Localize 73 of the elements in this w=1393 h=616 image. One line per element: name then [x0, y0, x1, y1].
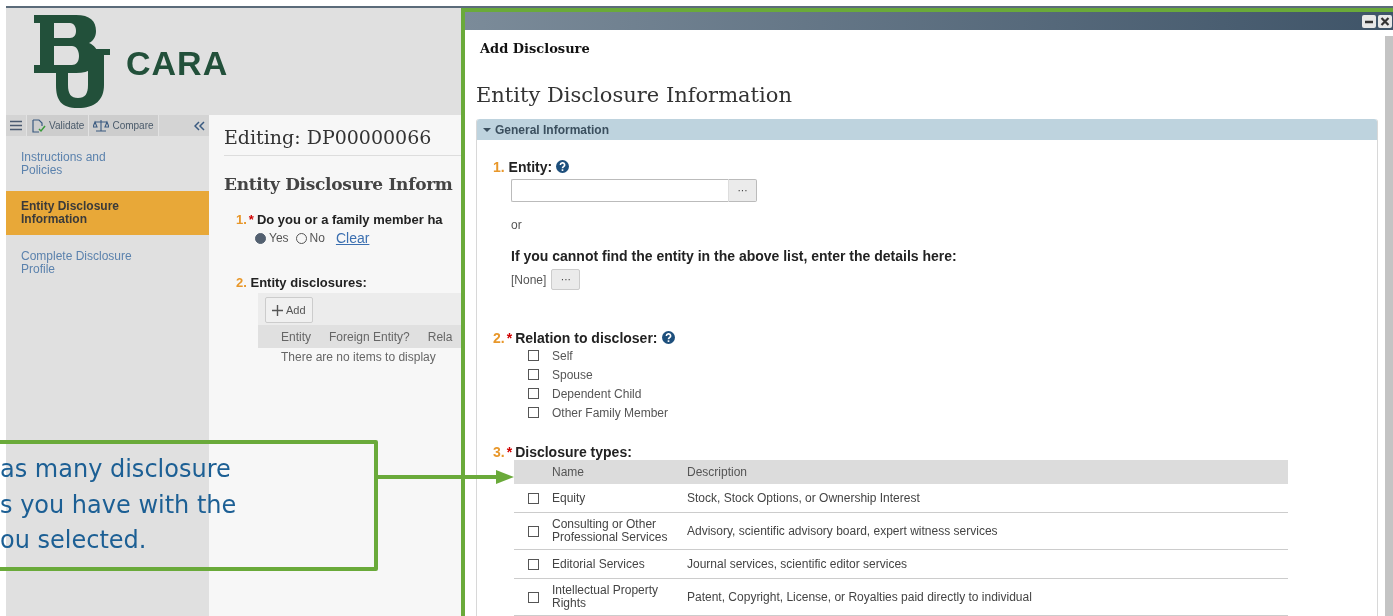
- menu-icon[interactable]: [10, 120, 22, 131]
- scales-icon: [93, 119, 110, 132]
- validate-button[interactable]: Validate: [26, 115, 89, 136]
- instruction-text: If you cannot find the entity in the above list, enter the details here:: [511, 248, 958, 264]
- question-number: 2.: [493, 330, 505, 346]
- browse-button[interactable]: ···: [551, 269, 581, 290]
- close-icon[interactable]: [1378, 14, 1392, 28]
- help-icon[interactable]: [556, 160, 570, 173]
- question-label: Entity:: [508, 159, 553, 175]
- checkbox[interactable]: [527, 525, 539, 537]
- table-cell-text: Editorial Services: [552, 557, 646, 571]
- document-check-icon: [31, 118, 46, 133]
- plus-icon: [272, 304, 283, 316]
- brand-name: CARA: [126, 44, 229, 83]
- required-mark: *: [248, 212, 254, 227]
- option-label: Dependent Child: [552, 386, 642, 401]
- radio-button[interactable]: [255, 232, 266, 244]
- table-cell-text: Intellectual Property Rights: [552, 584, 660, 610]
- table-cell: Journal services, scientific editor services: [687, 557, 908, 571]
- column-header: Foreign Entity?: [329, 329, 410, 344]
- option-label: No: [309, 231, 325, 245]
- question-number: 1.: [236, 212, 247, 227]
- nav-item[interactable]: Complete Disclosure Profile: [6, 240, 209, 285]
- column-header: Name: [552, 465, 585, 479]
- column-header: Description: [687, 465, 748, 479]
- compare-button[interactable]: Compare: [88, 115, 158, 136]
- column-header: Rela: [427, 329, 453, 344]
- question-label: Do you or a family member ha: [256, 212, 443, 227]
- empty-message: There are no items to display: [281, 350, 436, 364]
- entity-field[interactable]: [511, 179, 728, 202]
- table-cell: Advisory, scientific advisory board, expert witness services: [687, 524, 998, 538]
- minimize-icon[interactable]: [1362, 14, 1376, 28]
- table-cell: Patent, Copyright, License, or Royalties paid directly to individual: [687, 590, 1032, 604]
- table-cell-text: Equity: [552, 491, 587, 505]
- checkbox[interactable]: [528, 388, 539, 399]
- option-label: Other Family Member: [552, 405, 669, 420]
- dialog-heading: Entity Disclosure Information: [476, 83, 793, 107]
- panel-header[interactable]: General Information: [477, 119, 1377, 140]
- question-number: 1.: [493, 159, 505, 175]
- callout-text: as many disclosure s you have with the ou selected.: [0, 454, 238, 556]
- question-number: 2.: [236, 275, 247, 290]
- question-label: Relation to discloser:: [515, 330, 658, 346]
- checkbox[interactable]: [528, 369, 539, 380]
- collapse-icon[interactable]: [194, 120, 205, 131]
- option-label: Spouse: [552, 367, 593, 382]
- clear-link[interactable]: Clear: [335, 230, 370, 246]
- scrollbar[interactable]: [1385, 36, 1393, 616]
- option-label: Yes: [269, 231, 289, 245]
- table-cell: Stock, Stock Options, or Ownership Interest: [687, 491, 920, 505]
- logo-icon: [34, 15, 110, 108]
- required-mark: *: [506, 330, 513, 346]
- dialog-title: Add Disclosure: [480, 41, 591, 56]
- help-icon[interactable]: [661, 331, 675, 344]
- checkbox[interactable]: [527, 591, 539, 603]
- table-cell-text: Consulting or Other Professional Services: [552, 518, 669, 544]
- question-label: Disclosure types:: [515, 444, 632, 460]
- or-text: or: [511, 218, 523, 232]
- column-header: Entity: [281, 329, 311, 344]
- checkbox[interactable]: [528, 350, 539, 361]
- browse-button[interactable]: ···: [728, 179, 757, 202]
- question-number: 3.: [493, 444, 505, 460]
- option-label: Self: [552, 348, 573, 363]
- checkbox[interactable]: [528, 407, 539, 418]
- add-button[interactable]: Add: [265, 297, 313, 323]
- value-text: [None]: [511, 272, 547, 287]
- panel-title: General Information: [495, 122, 610, 137]
- checkbox[interactable]: [527, 492, 539, 504]
- required-mark: *: [506, 444, 513, 460]
- section-heading: Entity Disclosure Inform: [224, 174, 453, 194]
- checkbox[interactable]: [527, 558, 539, 570]
- nav-item[interactable]: Instructions and Policies: [6, 141, 209, 186]
- question-label: Entity disclosures:: [250, 275, 367, 290]
- nav-item[interactable]: Entity Disclosure Information: [6, 191, 209, 235]
